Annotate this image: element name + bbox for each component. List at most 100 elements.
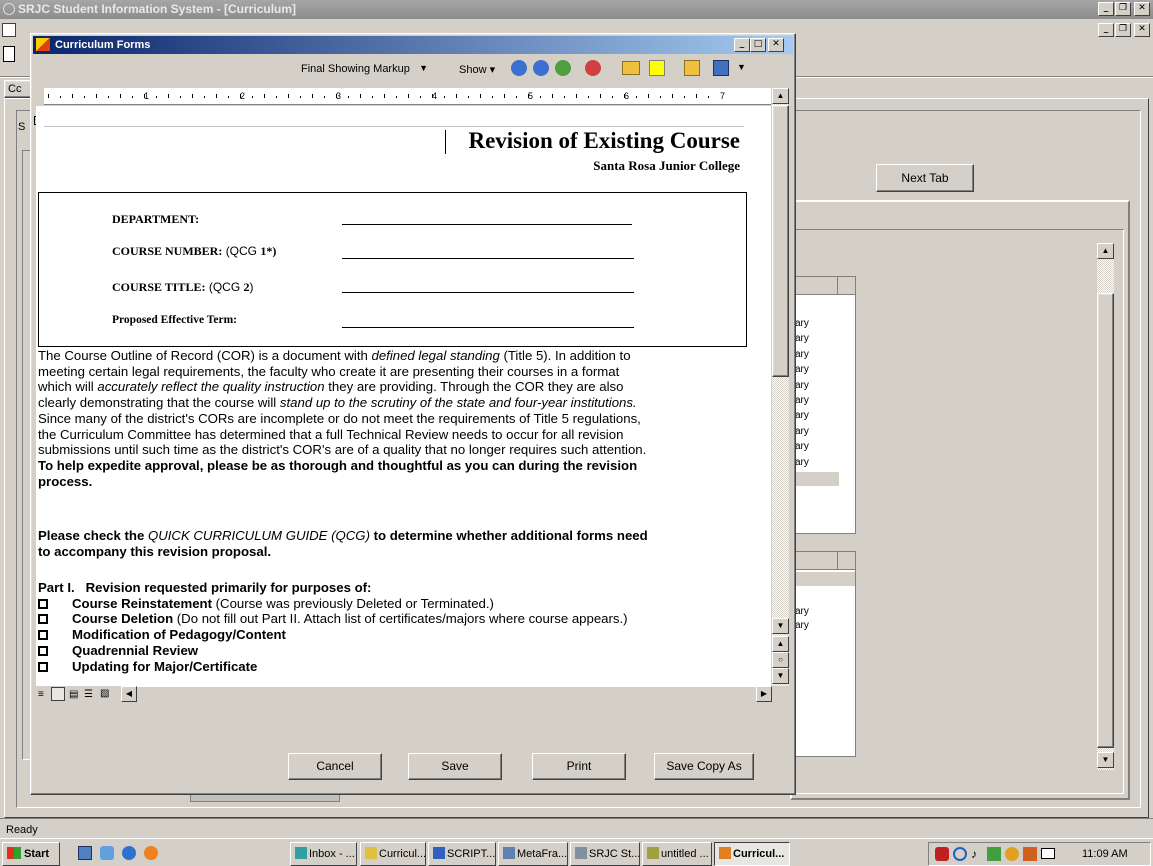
taskbar-task-button[interactable]: SCRIPT... [428,842,496,866]
list-1-item[interactable]: ary [795,457,809,469]
document-page[interactable]: Revision of Existing Course Santa Rosa J… [36,106,771,686]
revision-option-checkbox[interactable] [38,614,48,625]
quick-launch-desktop-icon[interactable] [78,846,92,860]
document-scroll-right[interactable]: ▶ [756,686,772,702]
effective-term-field[interactable] [342,327,634,328]
taskbar-task-button[interactable]: untitled ... [642,842,712,866]
volume-icon[interactable]: ♪ [971,847,977,861]
show-menu[interactable]: Show ▾ [459,63,495,76]
main-restore-button[interactable]: ❐ [1115,2,1131,16]
next-change-icon[interactable] [533,60,549,76]
course-number-field[interactable] [342,258,634,259]
previous-change-icon[interactable] [511,60,527,76]
document-scroll-up[interactable]: ▲ [772,88,789,104]
dialog-maximize-button[interactable]: □ [750,38,766,52]
list-1-item[interactable]: ary [795,333,809,345]
list-1-item[interactable]: ary [795,395,809,407]
save-copy-as-button[interactable]: Save Copy As [654,753,754,780]
list-1-item[interactable]: ary [795,410,809,422]
list-1-header[interactable] [793,277,855,295]
ruler-tick [492,96,493,98]
quick-launch-media-icon[interactable] [144,846,158,860]
print-layout-view-icon[interactable]: ▤ [69,689,78,700]
list-1-item[interactable]: ary [795,364,809,376]
taskbar-task-button[interactable]: Curricul... [714,842,790,866]
revision-option-checkbox[interactable] [38,661,48,672]
web-layout-view-icon[interactable] [51,687,65,701]
revision-option-checkbox[interactable] [38,630,48,641]
normal-view-icon[interactable]: ≡ [38,689,44,700]
chevron-down-icon[interactable]: ▼ [419,63,428,73]
list-2-item[interactable]: ary [795,606,809,618]
new-comment-icon[interactable] [622,61,640,75]
document-scroll-down[interactable]: ▼ [772,618,789,634]
task-label: MetaFra... [517,848,568,860]
document-horizontal-scrollbar[interactable] [137,686,756,703]
search-tray-icon[interactable] [953,847,967,861]
tab-selector[interactable] [36,88,44,105]
quick-launch-ie-icon[interactable] [122,846,136,860]
list-1-selected-row[interactable] [793,472,839,486]
list-1-item[interactable]: ary [795,426,809,438]
list-2-item[interactable]: ary [795,620,809,632]
network-tray-icon[interactable] [987,847,1001,861]
dialog-close-button[interactable]: ✕ [768,38,784,52]
markup-select[interactable]: Final Showing Markup ▼ [297,60,432,79]
background-scroll-down[interactable]: ▼ [1097,752,1114,768]
taskbar-task-button[interactable]: MetaFra... [498,842,568,866]
department-field[interactable] [342,224,632,225]
list-1-item[interactable]: ary [795,380,809,392]
taskbar-task-button[interactable]: SRJC St... [570,842,640,866]
toolbar-options-icon[interactable]: ▼ [737,62,746,72]
revision-option-row: Course Deletion (Do not fill out Part II… [38,611,628,627]
revision-option-checkbox[interactable] [38,598,48,609]
ruler-tick [168,94,169,98]
main-minimize-button[interactable]: _ [1098,2,1114,16]
sync-tray-icon[interactable] [1005,847,1019,861]
main-close-button[interactable]: ✕ [1134,2,1150,16]
taskbar-task-button[interactable]: Curricul... [360,842,426,866]
reject-change-icon[interactable] [585,60,601,76]
track-changes-icon[interactable] [684,60,700,76]
horizontal-ruler[interactable]: 1234567 [36,88,771,105]
list-1-item[interactable]: ary [795,318,809,330]
mdi-restore-button[interactable]: ❐ [1115,23,1131,37]
cancel-button[interactable]: Cancel [288,753,382,780]
document-scroll-left[interactable]: ◀ [121,686,137,702]
next-tab-button[interactable]: Next Tab [876,164,974,192]
mail-tray-icon[interactable] [1041,848,1055,859]
antivirus-tray-icon[interactable] [935,847,949,861]
list-1-item[interactable]: ary [795,441,809,453]
reviewing-pane-icon[interactable] [713,60,729,76]
java-tray-icon[interactable] [1023,847,1037,861]
background-scroll-up[interactable]: ▲ [1097,243,1114,259]
start-button[interactable]: Start [2,842,60,866]
previous-page-button[interactable]: ▲ [772,636,789,652]
taskbar-task-button[interactable]: Inbox - ... [290,842,357,866]
quick-launch-outlook-icon[interactable] [100,846,114,860]
select-browse-object-button[interactable]: ○ [772,652,789,668]
revision-option-checkbox[interactable] [38,645,48,656]
mdi-child-icon[interactable] [2,23,16,37]
save-button[interactable]: Save [408,753,502,780]
background-scroll-thumb[interactable] [1097,293,1114,748]
mdi-close-button[interactable]: ✕ [1134,23,1150,37]
course-title-field[interactable] [342,292,634,293]
reading-layout-view-icon[interactable]: ▧ [100,688,109,699]
outline-view-icon[interactable]: ☰ [84,689,93,700]
next-page-button[interactable]: ▼ [772,668,789,684]
new-document-icon[interactable] [3,46,15,62]
clock[interactable]: 11:09 AM [1082,848,1128,860]
background-list-2[interactable] [792,551,856,757]
accept-change-icon[interactable] [555,60,571,76]
cor-paragraph: The Course Outline of Record (COR) is a … [38,348,646,489]
revision-option-note: (Do not fill out Part II. Attach list of… [173,611,628,627]
list-2-header[interactable] [793,552,855,570]
print-button[interactable]: Print [532,753,626,780]
document-scroll-thumb[interactable] [772,105,789,377]
ruler-tick [480,94,481,98]
highlight-icon[interactable] [649,60,665,76]
dialog-minimize-button[interactable]: _ [734,38,750,52]
mdi-minimize-button[interactable]: _ [1098,23,1114,37]
list-1-item[interactable]: ary [795,349,809,361]
